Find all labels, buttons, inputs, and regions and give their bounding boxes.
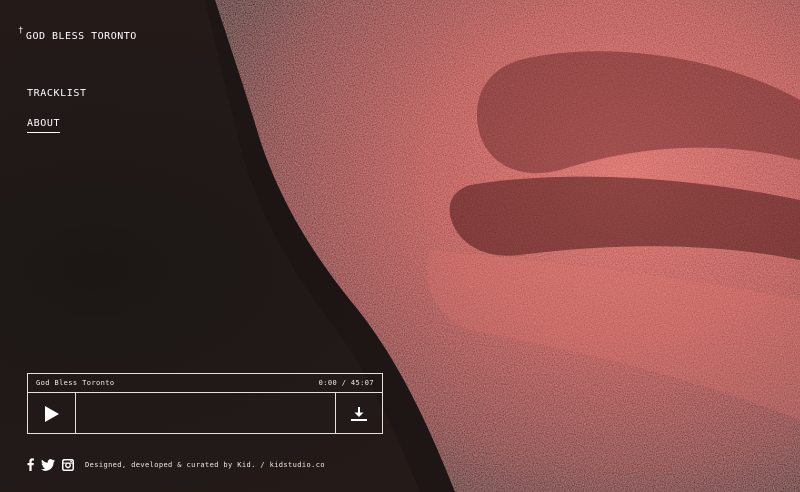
site-brand[interactable]: † GOD BLESS TORONTO (18, 27, 137, 47)
instagram-icon (62, 458, 74, 471)
twitter-icon (41, 458, 55, 471)
download-icon (351, 406, 367, 421)
audio-player: God Bless Toronto 0:00 / 45:07 (27, 373, 383, 434)
cross-icon: † (18, 26, 24, 36)
player-controls (28, 393, 382, 434)
main-nav: TRACKLIST ABOUT (27, 88, 87, 149)
site-title[interactable]: GOD BLESS TORONTO (26, 27, 137, 47)
facebook-icon (27, 458, 34, 471)
play-button[interactable] (28, 393, 76, 434)
play-icon (44, 405, 59, 422)
track-time: 0:00 / 45:07 (318, 379, 374, 387)
twitter-link[interactable] (41, 458, 55, 471)
facebook-link[interactable] (27, 458, 34, 471)
progress-bar[interactable] (76, 393, 335, 434)
footer: Designed, developed & curated by Kid. / … (27, 458, 325, 471)
nav-item-about[interactable]: ABOUT (27, 118, 61, 133)
track-title: God Bless Toronto (36, 379, 115, 387)
player-header: God Bless Toronto 0:00 / 45:07 (28, 374, 382, 393)
nav-item-tracklist[interactable]: TRACKLIST (27, 88, 87, 102)
footer-credit[interactable]: Designed, developed & curated by Kid. / … (85, 461, 325, 469)
social-links (27, 458, 74, 471)
download-button[interactable] (335, 393, 382, 434)
instagram-link[interactable] (62, 458, 74, 471)
